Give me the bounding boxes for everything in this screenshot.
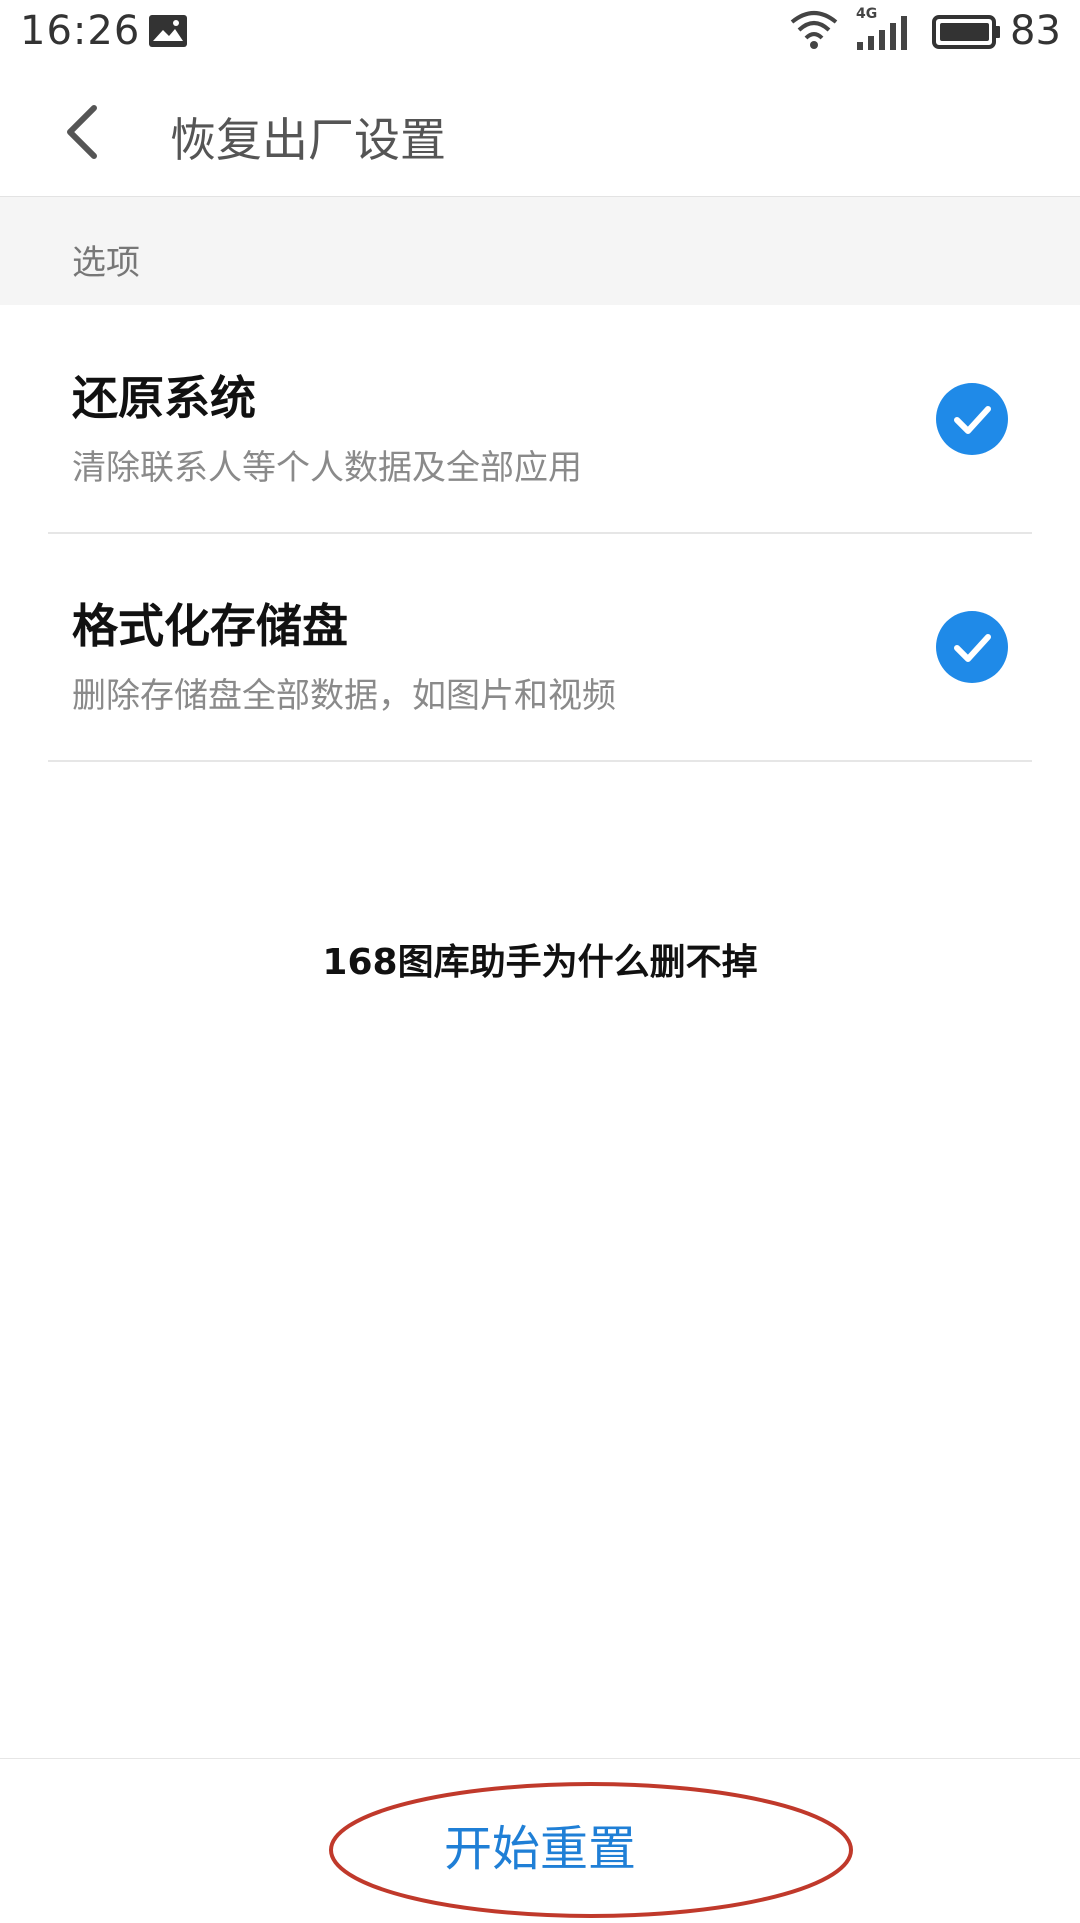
overlay-caption: 168图库助手为什么删不掉 — [322, 942, 758, 983]
title-bar: 恢复出厂设置 — [0, 66, 1080, 197]
start-reset-button[interactable]: 开始重置 — [380, 1809, 700, 1889]
wifi-icon — [790, 11, 838, 49]
option-title: 还原系统 — [72, 371, 256, 425]
battery-percentage: 83 — [1010, 8, 1061, 54]
status-bar: 16:26 4G 83 — [0, 0, 1080, 66]
back-arrow-icon[interactable] — [54, 102, 114, 162]
signal-strength-icon — [857, 16, 907, 50]
battery-icon — [932, 15, 1000, 49]
option-description: 清除联系人等个人数据及全部应用 — [72, 448, 582, 488]
page-title: 恢复出厂设置 — [170, 113, 446, 167]
section-header: 选项 — [0, 197, 1080, 305]
section-label: 选项 — [72, 243, 140, 283]
option-format-storage[interactable]: 格式化存储盘 删除存储盘全部数据，如图片和视频 — [0, 535, 1080, 762]
image-notification-icon — [149, 15, 187, 47]
option-title: 格式化存储盘 — [72, 599, 348, 653]
option-restore-system[interactable]: 还原系统 清除联系人等个人数据及全部应用 — [0, 307, 1080, 534]
status-time: 16:26 — [20, 8, 141, 54]
checkmark-circle-icon[interactable] — [936, 383, 1008, 455]
option-description: 删除存储盘全部数据，如图片和视频 — [72, 676, 616, 716]
bottom-bar: 开始重置 — [0, 1758, 1080, 1921]
checkmark-circle-icon[interactable] — [936, 611, 1008, 683]
divider — [48, 532, 1032, 534]
divider — [48, 760, 1032, 762]
